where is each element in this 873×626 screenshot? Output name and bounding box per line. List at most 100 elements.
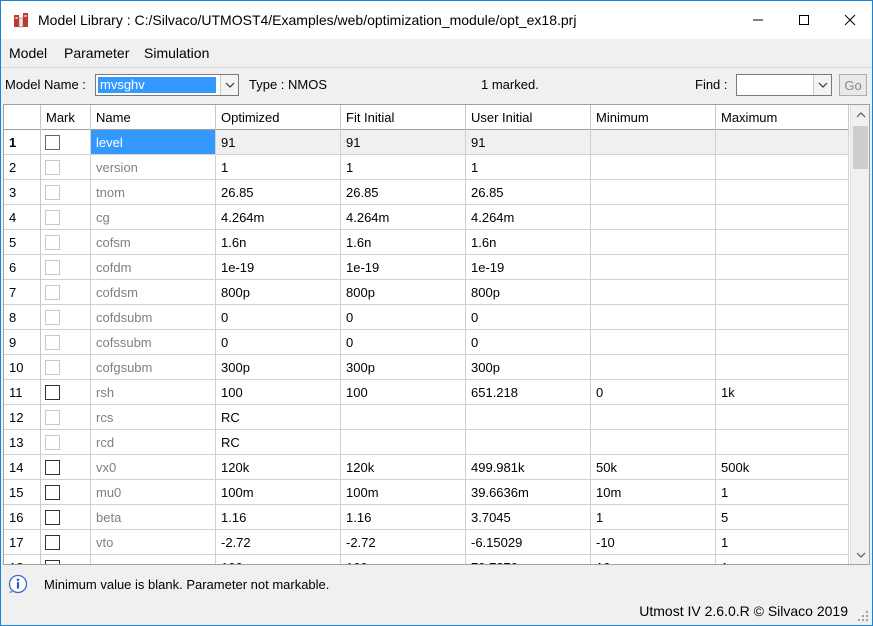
resize-grip-icon[interactable] — [857, 610, 869, 622]
table-row[interactable]: 5 cofsm 1.6n 1.6n 1.6n — [4, 230, 849, 255]
minimum-cell[interactable] — [591, 155, 716, 180]
table-row[interactable]: 17 vto -2.72 -2.72 -6.15029 -10 1 — [4, 530, 849, 555]
header-mark[interactable]: Mark — [41, 105, 91, 130]
optimized-cell[interactable]: 1e-19 — [216, 255, 341, 280]
fit-initial-cell[interactable]: 0 — [341, 305, 466, 330]
fit-initial-cell[interactable]: 100 — [341, 380, 466, 405]
maximum-cell[interactable]: 1 — [716, 480, 849, 505]
scroll-up-button[interactable] — [851, 105, 869, 124]
mark-cell[interactable] — [41, 555, 91, 564]
mark-cell[interactable] — [41, 505, 91, 530]
mark-checkbox[interactable] — [45, 385, 60, 400]
table-row[interactable]: 11 rsh 100 100 651.218 0 1k — [4, 380, 849, 405]
maximum-cell[interactable]: 500k — [716, 455, 849, 480]
maximum-cell[interactable] — [716, 130, 849, 155]
optimized-cell[interactable]: 91 — [216, 130, 341, 155]
maximize-button[interactable] — [781, 1, 827, 39]
optimized-cell[interactable]: 800p — [216, 280, 341, 305]
user-initial-cell[interactable]: 0 — [466, 330, 591, 355]
user-initial-cell[interactable]: 499.981k — [466, 455, 591, 480]
minimum-cell[interactable]: 1 — [591, 505, 716, 530]
optimized-cell[interactable]: 120k — [216, 455, 341, 480]
user-initial-cell[interactable]: 0 — [466, 305, 591, 330]
header-name[interactable]: Name — [91, 105, 216, 130]
optimized-cell[interactable]: 1 — [216, 155, 341, 180]
table-row[interactable]: 14 vx0 120k 120k 499.981k 50k 500k — [4, 455, 849, 480]
user-initial-cell[interactable]: 651.218 — [466, 380, 591, 405]
fit-initial-cell[interactable]: 1e-19 — [341, 255, 466, 280]
maximum-cell[interactable] — [716, 305, 849, 330]
user-initial-cell[interactable]: 800p — [466, 280, 591, 305]
table-row[interactable]: 15 mu0 100m 100m 39.6636m 10m 1 — [4, 480, 849, 505]
maximum-cell[interactable] — [716, 330, 849, 355]
table-row[interactable]: 9 cofssubm 0 0 0 — [4, 330, 849, 355]
fit-initial-cell[interactable]: 800p — [341, 280, 466, 305]
maximum-cell[interactable]: 1k — [716, 380, 849, 405]
fit-initial-cell[interactable]: 120k — [341, 455, 466, 480]
fit-initial-cell[interactable] — [341, 430, 466, 455]
name-cell[interactable]: beta — [91, 505, 216, 530]
fit-initial-cell[interactable]: 100 — [341, 555, 466, 564]
minimum-cell[interactable] — [591, 230, 716, 255]
optimized-cell[interactable]: 100 — [216, 380, 341, 405]
user-initial-cell[interactable]: 4.264m — [466, 205, 591, 230]
mark-checkbox[interactable] — [45, 510, 60, 525]
table-row[interactable]: 10 cofgsubm 300p 300p 300p — [4, 355, 849, 380]
name-cell[interactable]: vx0 — [91, 455, 216, 480]
header-optimized[interactable]: Optimized — [216, 105, 341, 130]
mark-cell[interactable] — [41, 380, 91, 405]
minimum-cell[interactable] — [591, 405, 716, 430]
name-cell[interactable]: cg — [91, 205, 216, 230]
name-cell[interactable]: version — [91, 155, 216, 180]
name-cell[interactable]: vto — [91, 530, 216, 555]
user-initial-cell[interactable] — [466, 405, 591, 430]
name-cell[interactable]: rsh — [91, 380, 216, 405]
name-cell[interactable]: rcs — [91, 405, 216, 430]
fit-initial-cell[interactable]: 91 — [341, 130, 466, 155]
minimize-button[interactable] — [735, 1, 781, 39]
maximum-cell[interactable] — [716, 430, 849, 455]
maximum-cell[interactable] — [716, 355, 849, 380]
mark-checkbox[interactable] — [45, 535, 60, 550]
optimized-cell[interactable]: 0 — [216, 330, 341, 355]
fit-initial-cell[interactable]: 26.85 — [341, 180, 466, 205]
table-row[interactable]: 4 cg 4.264m 4.264m 4.264m — [4, 205, 849, 230]
fit-initial-cell[interactable]: 300p — [341, 355, 466, 380]
name-cell[interactable]: rcd — [91, 430, 216, 455]
table-row[interactable]: 1 level 91 91 91 — [4, 130, 849, 155]
mark-cell[interactable] — [41, 455, 91, 480]
menu-simulation[interactable]: Simulation — [144, 45, 209, 61]
model-name-dropdown-button[interactable] — [220, 75, 238, 95]
name-cell[interactable]: mu0 — [91, 480, 216, 505]
user-initial-cell[interactable]: 1 — [466, 155, 591, 180]
fit-initial-cell[interactable] — [341, 405, 466, 430]
optimized-cell[interactable]: 100m — [216, 480, 341, 505]
optimized-cell[interactable]: RC — [216, 405, 341, 430]
minimum-cell[interactable] — [591, 130, 716, 155]
model-name-select[interactable]: mvsghv — [95, 74, 239, 96]
table-row[interactable]: 8 cofdsubm 0 0 0 — [4, 305, 849, 330]
minimum-cell[interactable]: 50k — [591, 455, 716, 480]
minimum-cell[interactable]: -10 — [591, 530, 716, 555]
maximum-cell[interactable] — [716, 255, 849, 280]
optimized-cell[interactable]: RC — [216, 430, 341, 455]
maximum-cell[interactable] — [716, 205, 849, 230]
title-bar[interactable]: Model Library : C:/Silvaco/UTMOST4/Examp… — [1, 1, 872, 39]
header-fit-initial[interactable]: Fit Initial — [341, 105, 466, 130]
optimized-cell[interactable]: 26.85 — [216, 180, 341, 205]
minimum-cell[interactable]: 0 — [591, 380, 716, 405]
minimum-cell[interactable] — [591, 330, 716, 355]
find-dropdown-button[interactable] — [813, 75, 831, 95]
optimized-cell[interactable]: 0 — [216, 305, 341, 330]
optimized-cell[interactable]: 100 — [216, 555, 341, 564]
table-row[interactable]: 2 version 1 1 1 — [4, 155, 849, 180]
maximum-cell[interactable] — [716, 230, 849, 255]
mark-cell[interactable] — [41, 480, 91, 505]
user-initial-cell[interactable]: 1.6n — [466, 230, 591, 255]
mark-cell[interactable] — [41, 130, 91, 155]
maximum-cell[interactable]: 1 — [716, 555, 849, 564]
minimum-cell[interactable]: 10m — [591, 480, 716, 505]
name-cell[interactable]: cofssubm — [91, 330, 216, 355]
table-row[interactable]: 7 cofdsm 800p 800p 800p — [4, 280, 849, 305]
user-initial-cell[interactable]: 1e-19 — [466, 255, 591, 280]
